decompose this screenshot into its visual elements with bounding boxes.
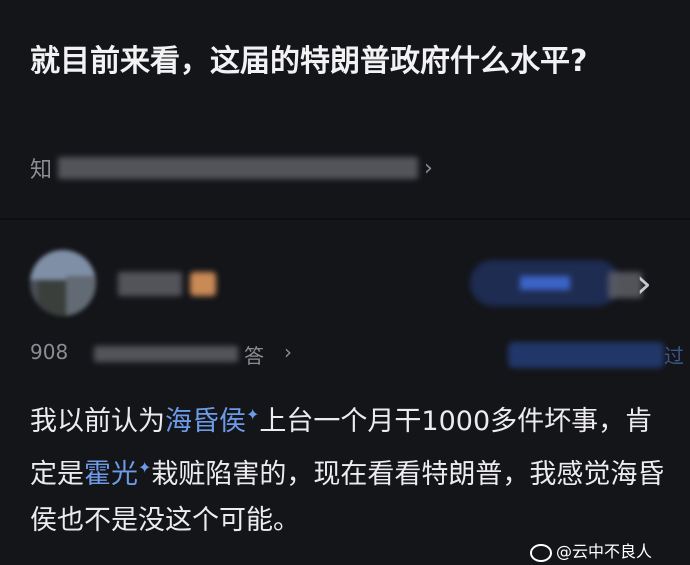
section-divider [0, 218, 690, 220]
answer-count-blurred [94, 346, 238, 362]
sparkle-icon: ✦ [246, 405, 260, 424]
answer-count-prefix: 908 [30, 340, 69, 364]
avatar[interactable] [30, 250, 96, 316]
answer-part-1: 我以前认为 [30, 406, 165, 437]
answer-text: 我以前认为海昏侯✦上台一个月干1000多件坏事，肯定是霍光✦栽赃陷害的，现在看看… [30, 392, 670, 544]
chevron-right-icon: › [424, 155, 433, 181]
author-row[interactable]: › [30, 250, 670, 320]
weibo-icon [530, 543, 552, 562]
author-badge [190, 272, 216, 296]
chevron-right-icon[interactable]: › [636, 256, 652, 312]
sparkle-icon: ✦ [138, 458, 152, 477]
question-meta-blurred [58, 157, 419, 179]
question-meta-prefix: 知 [30, 158, 53, 183]
question-meta-row[interactable]: 知 › [30, 150, 450, 186]
blurred-action-pill[interactable] [508, 342, 664, 368]
weibo-watermark: @云中不良人 [530, 538, 652, 562]
watermark-text: @云中不良人 [556, 542, 653, 561]
blurred-action-suffix: 过 [664, 344, 684, 368]
answer-stats-row[interactable]: 908 答 › 过 [30, 338, 684, 372]
answer-count-suffix: 答 [244, 344, 264, 368]
keyword-link-haihunhou[interactable]: 海昏侯 [165, 406, 246, 437]
chevron-right-icon: › [284, 340, 292, 364]
question-title[interactable]: 就目前来看，这届的特朗普政府什么水平? [30, 38, 660, 86]
follow-button[interactable] [470, 260, 620, 306]
author-name-blurred[interactable] [118, 272, 182, 296]
keyword-link-huoguang[interactable]: 霍光 [84, 459, 138, 490]
